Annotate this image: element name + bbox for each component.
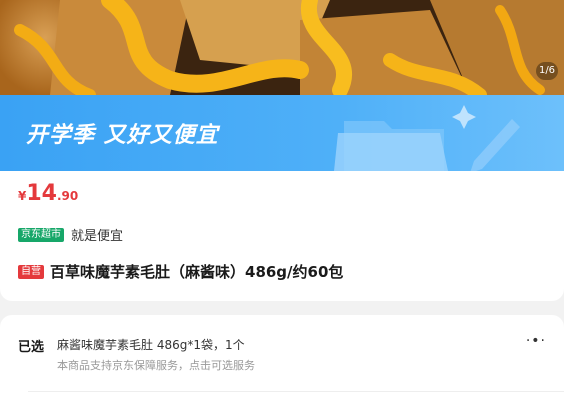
selected-label: 已选 bbox=[18, 340, 45, 355]
tagline-row: 京东超市 就是便宜 bbox=[18, 225, 123, 244]
promo-banner[interactable]: 开学季 又好又便宜 bbox=[0, 95, 564, 171]
product-price: ¥14.90 bbox=[18, 181, 78, 206]
jd-supermarket-badge: 京东超市 bbox=[18, 227, 64, 242]
image-page-indicator: 1/6 bbox=[536, 62, 558, 80]
price-decimal: .90 bbox=[56, 189, 79, 203]
product-image-carousel[interactable]: 1/6 bbox=[0, 0, 564, 95]
folder-pencil-icon bbox=[334, 105, 520, 171]
product-title: 百草味魔芋素毛肚（麻酱味）486g/约60包 bbox=[50, 263, 344, 281]
product-title-row: 自营 百草味魔芋素毛肚（麻酱味）486g/约60包 bbox=[18, 261, 343, 282]
selection-card[interactable]: 已选 麻酱味魔芋素毛肚 486g*1袋，1个 本商品支持京东保障服务，点击可选服… bbox=[0, 315, 564, 404]
service-hint[interactable]: 本商品支持京东保障服务，点击可选服务 bbox=[57, 357, 255, 373]
promo-title: 开学季 又好又便宜 bbox=[26, 123, 219, 148]
product-info-card: ¥14.90 京东超市 就是便宜 自营 百草味魔芋素毛肚（麻酱味）486g/约6… bbox=[0, 171, 564, 301]
more-options-icon[interactable]: ·•· bbox=[526, 333, 546, 349]
self-operated-badge: 自营 bbox=[18, 264, 44, 279]
tagline-text: 就是便宜 bbox=[71, 229, 124, 244]
product-image bbox=[0, 0, 564, 95]
selected-spec-value[interactable]: 麻酱味魔芋素毛肚 486g*1袋，1个 bbox=[57, 336, 245, 353]
divider bbox=[28, 391, 564, 392]
price-integer: 14 bbox=[26, 181, 57, 206]
